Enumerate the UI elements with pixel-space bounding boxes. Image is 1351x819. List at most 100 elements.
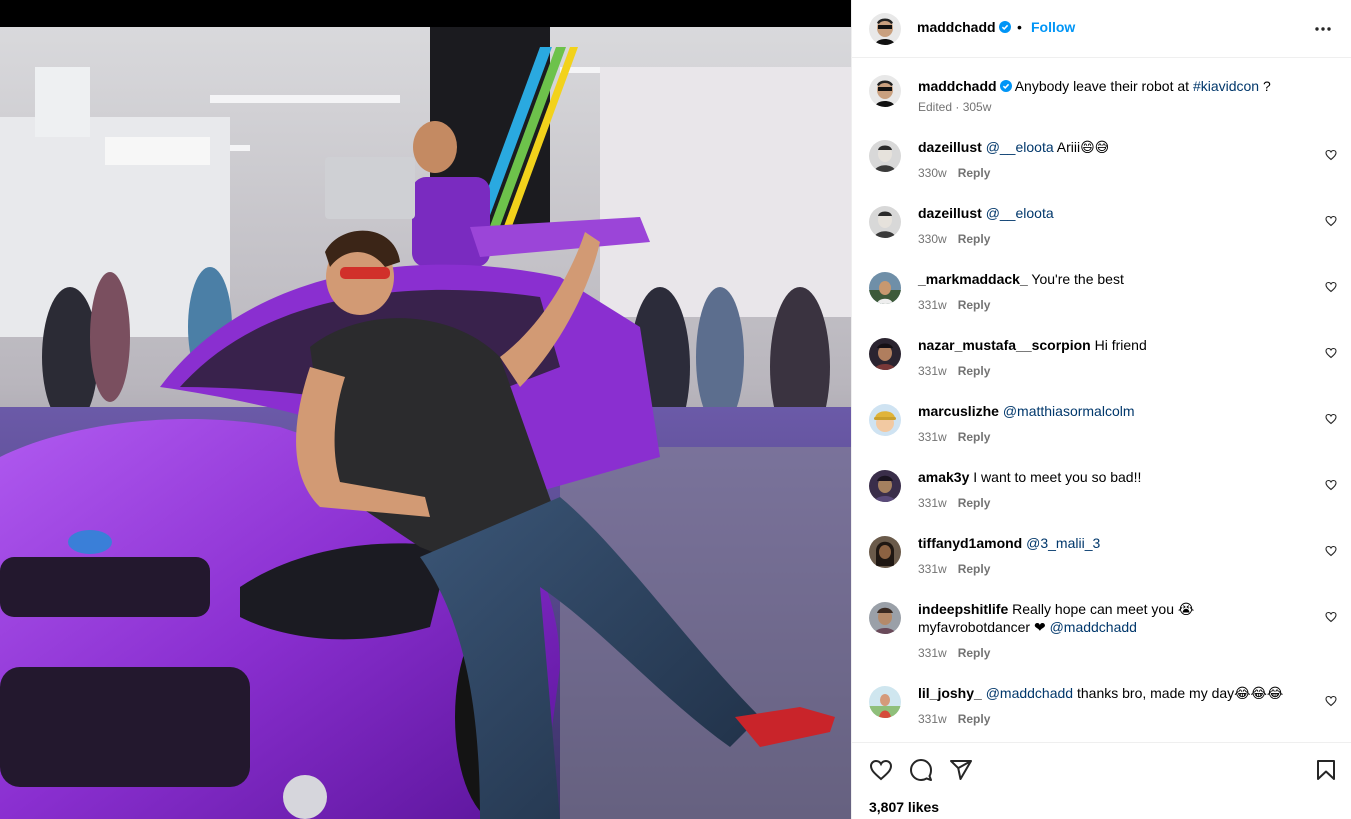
commenter-avatar[interactable] (869, 272, 901, 304)
comment-body: Ariii😄😅 (1056, 139, 1110, 155)
comment-body: thanks bro, made my day😂😂😂 (1076, 685, 1284, 701)
comment-mention[interactable]: @__eloota (986, 205, 1054, 221)
heart-icon[interactable] (1325, 347, 1337, 359)
more-options-icon[interactable] (1314, 26, 1332, 32)
comment-text: amak3y I want to meet you so bad!! (918, 468, 1288, 486)
reply-button[interactable]: Reply (958, 166, 991, 180)
comment-mention[interactable]: @matthiasormalcolm (1003, 403, 1135, 419)
comment-username[interactable]: indeepshitlife (918, 601, 1008, 617)
reply-button[interactable]: Reply (958, 232, 991, 246)
comment-meta: 331w Reply (918, 364, 990, 378)
reply-button[interactable]: Reply (958, 712, 991, 726)
heart-icon[interactable] (1325, 695, 1337, 707)
comment-text: nazar_mustafa__scorpion Hi friend (918, 336, 1288, 354)
comments-list[interactable]: maddchadd Anybody leave their robot at #… (852, 58, 1351, 742)
comment-username[interactable]: amak3y (918, 469, 969, 485)
caption-username[interactable]: maddchadd (918, 78, 997, 94)
header-separator: • (1017, 19, 1022, 35)
reply-button[interactable]: Reply (958, 430, 991, 444)
reply-button[interactable]: Reply (958, 364, 991, 378)
commenter-avatar[interactable] (869, 686, 901, 718)
comment-body: I want to meet you so bad!! (973, 469, 1142, 485)
comment-meta: 331w Reply (918, 298, 990, 312)
media-topbar (0, 0, 851, 27)
heart-icon[interactable] (1325, 611, 1337, 623)
comment-username[interactable]: _markmaddack_ (918, 271, 1028, 287)
comment-mention[interactable]: @maddchadd (986, 685, 1073, 701)
likes-count[interactable]: 3,807 likes (869, 799, 939, 815)
comment-meta: 330w Reply (918, 232, 990, 246)
heart-icon[interactable] (1325, 479, 1337, 491)
comment-text: _markmaddack_ You're the best (918, 270, 1288, 288)
verified-badge-icon (999, 80, 1012, 92)
comment-item: dazeillust @__eloota 330w Reply (852, 204, 1351, 264)
comment-age: 331w (918, 496, 947, 510)
comment-meta: 331w Reply (918, 496, 990, 510)
comment-text: dazeillust @__eloota (918, 204, 1288, 222)
comment-age: 331w (918, 298, 947, 312)
comment-meta: 331w Reply (918, 712, 990, 726)
comment-text: indeepshitlife Really hope can meet you … (918, 600, 1288, 636)
comment-body: Hi friend (1094, 337, 1147, 353)
comment-username[interactable]: lil_joshy_ (918, 685, 982, 701)
post-sidebar: maddchadd • Follow maddchadd Anybody lea… (851, 0, 1351, 819)
caption-meta: Edited · 305w (918, 100, 992, 114)
comment-username[interactable]: tiffanyd1amond (918, 535, 1022, 551)
comment-body: Really hope can meet you 😭 (1012, 601, 1195, 617)
share-icon[interactable] (949, 758, 973, 782)
author-avatar[interactable] (869, 13, 901, 45)
comment-username[interactable]: marcuslizhe (918, 403, 999, 419)
comment-text: marcuslizhe @matthiasormalcolm (918, 402, 1288, 420)
author-username-text[interactable]: maddchadd (917, 19, 996, 35)
comment-mention[interactable]: @3_malii_3 (1026, 535, 1100, 551)
commenter-avatar[interactable] (869, 536, 901, 568)
heart-icon[interactable] (1325, 413, 1337, 425)
commenter-avatar[interactable] (869, 206, 901, 238)
commenter-avatar[interactable] (869, 140, 901, 172)
comment-meta: 330w Reply (918, 166, 990, 180)
post-header: maddchadd • Follow (852, 0, 1351, 58)
author-username[interactable]: maddchadd (917, 19, 1011, 35)
comment-age: 330w (918, 232, 947, 246)
reply-button[interactable]: Reply (958, 298, 991, 312)
heart-icon[interactable] (1325, 149, 1337, 161)
comment-username[interactable]: dazeillust (918, 205, 982, 221)
comment-meta: 331w Reply (918, 430, 990, 444)
heart-icon[interactable] (1325, 545, 1337, 557)
comment-mention[interactable]: @maddchadd (1050, 619, 1137, 635)
post-media (0, 0, 851, 819)
commenter-avatar[interactable] (869, 602, 901, 634)
caption-hashtag[interactable]: #kiavidcon (1193, 78, 1259, 94)
comment-item: dazeillust @__eloota Ariii😄😅 330w Reply (852, 138, 1351, 198)
reply-button[interactable]: Reply (958, 646, 991, 660)
verified-badge-icon (998, 21, 1011, 33)
comment-text: tiffanyd1amond @3_malii_3 (918, 534, 1288, 552)
comment-icon[interactable] (909, 758, 933, 782)
commenter-avatar[interactable] (869, 470, 901, 502)
comment-mention[interactable]: @__eloota (986, 139, 1054, 155)
comment-text: dazeillust @__eloota Ariii😄😅 (918, 138, 1288, 156)
comment-username[interactable]: dazeillust (918, 139, 982, 155)
comment-username[interactable]: nazar_mustafa__scorpion (918, 337, 1091, 353)
comment-item: indeepshitlife Really hope can meet you … (852, 600, 1351, 678)
bookmark-icon[interactable] (1314, 758, 1338, 782)
comment-item: marcuslizhe @matthiasormalcolm 331w Reply (852, 402, 1351, 462)
commenter-avatar[interactable] (869, 338, 901, 370)
commenter-avatar[interactable] (869, 404, 901, 436)
comment-age: 331w (918, 646, 947, 660)
heart-icon[interactable] (869, 758, 893, 782)
caption-avatar[interactable] (869, 75, 901, 107)
heart-icon[interactable] (1325, 215, 1337, 227)
comment-meta: 331w Reply (918, 562, 990, 576)
comment-item: tiffanyd1amond @3_malii_3 331w Reply (852, 534, 1351, 594)
comment-meta: 331w Reply (918, 646, 990, 660)
reply-button[interactable]: Reply (958, 562, 991, 576)
comment-item: _markmaddack_ You're the best 331w Reply (852, 270, 1351, 330)
heart-icon[interactable] (1325, 281, 1337, 293)
follow-button[interactable]: Follow (1031, 19, 1075, 35)
reply-button[interactable]: Reply (958, 496, 991, 510)
post-photo[interactable] (0, 27, 851, 819)
comment-age: 331w (918, 712, 947, 726)
comment-age: 331w (918, 430, 947, 444)
comment-item: amak3y I want to meet you so bad!! 331w R… (852, 468, 1351, 528)
